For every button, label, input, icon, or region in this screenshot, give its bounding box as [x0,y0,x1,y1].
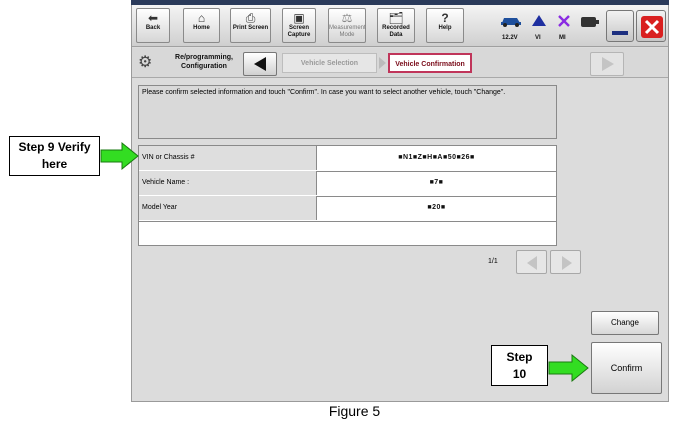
help-icon: ? [441,11,449,25]
left-arrow-icon [254,57,266,71]
back-arrow-icon: ⬅ [147,11,159,25]
breadcrumb-vehicle-selection: Vehicle Selection [282,53,377,73]
minimize-icon [612,31,628,35]
row-label: Model Year [139,196,317,220]
home-icon: ⌂ [197,11,206,25]
recorded-data-icon: 🗂 [388,11,404,25]
minimize-button[interactable] [606,10,634,42]
step-10-callout: Step 10 [491,345,548,386]
breadcrumb-separator-icon [379,57,386,69]
row-value: ■20■ [427,204,446,211]
measurement-mode-label: Measurement Mode [329,25,366,38]
row-label: Vehicle Name : [139,171,317,195]
mi-disconnected-icon [558,15,570,27]
page-next-button[interactable] [550,250,581,274]
table-row: VIN or Chassis # ■N1■Z■H■A■50■26■ [139,146,556,172]
home-button[interactable]: ⌂ Home [183,8,220,43]
confirm-button[interactable]: Confirm [591,342,662,394]
help-button[interactable]: ? Help [426,8,464,43]
breadcrumb-vehicle-confirmation: Vehicle Confirmation [388,53,472,73]
car-battery-icon [501,18,521,27]
page-previous-button[interactable] [516,250,547,274]
print-screen-button[interactable]: ⎙ Print Screen [230,8,271,43]
measurement-mode-button[interactable]: ⚖ Measurement Mode [328,8,366,43]
printer-icon: ⎙ [245,11,256,25]
row-label: VIN or Chassis # [139,146,317,170]
back-button[interactable]: ⬅ Back [136,8,170,43]
vi-icon [532,15,546,26]
camera-icon: ▣ [293,11,305,25]
close-icon [641,16,663,38]
figure-caption: Figure 5 [328,403,381,419]
voltage-readout: 12.2V [502,35,518,41]
home-label: Home [193,25,210,31]
page-indicator: 1/1 [488,258,498,265]
page-right-arrow-icon [562,256,572,270]
table-row: Model Year ■20■ [139,196,556,222]
recorded-data-label: Recorded Data [382,25,410,38]
mi-label: MI [559,35,566,41]
screen-capture-label: Screen Capture [287,25,311,38]
toolbar: ⬅ Back ⌂ Home ⎙ Print Screen ▣ Screen Ca… [132,5,668,47]
help-label: Help [438,25,452,31]
back-label: Back [145,25,161,31]
change-button[interactable]: Change [591,311,659,335]
connector-icon [581,17,599,27]
mode-label: Re/programming, Configuration [175,54,233,70]
next-step-button[interactable] [590,52,624,76]
close-button[interactable] [636,10,666,42]
vehicle-info-table: VIN or Chassis # ■N1■Z■H■A■50■26■ Vehicl… [138,145,557,246]
print-screen-label: Print Screen [232,25,269,31]
table-row: Vehicle Name : ■7■ [139,171,556,197]
instruction-message: Please confirm selected information and … [138,85,557,139]
mode-tab: ⚙ Re/programming, Configuration [134,51,242,75]
vi-label: VI [535,35,541,41]
reprogramming-icon: ⚙ [138,54,153,71]
step-10-arrow-icon [548,353,589,383]
screen-capture-button[interactable]: ▣ Screen Capture [282,8,316,43]
recorded-data-button[interactable]: 🗂 Recorded Data [377,8,415,43]
step-9-callout: Step 9 Verify here [9,136,100,176]
page-left-arrow-icon [527,256,537,270]
right-arrow-icon [602,57,614,71]
navigation-bar: ⚙ Re/programming, Configuration Vehicle … [132,48,668,78]
row-value: ■7■ [429,179,444,186]
meter-icon: ⚖ [341,11,353,25]
previous-step-button[interactable] [243,52,277,76]
step-9-arrow-icon [100,141,139,171]
row-value: ■N1■Z■H■A■50■26■ [398,154,475,161]
